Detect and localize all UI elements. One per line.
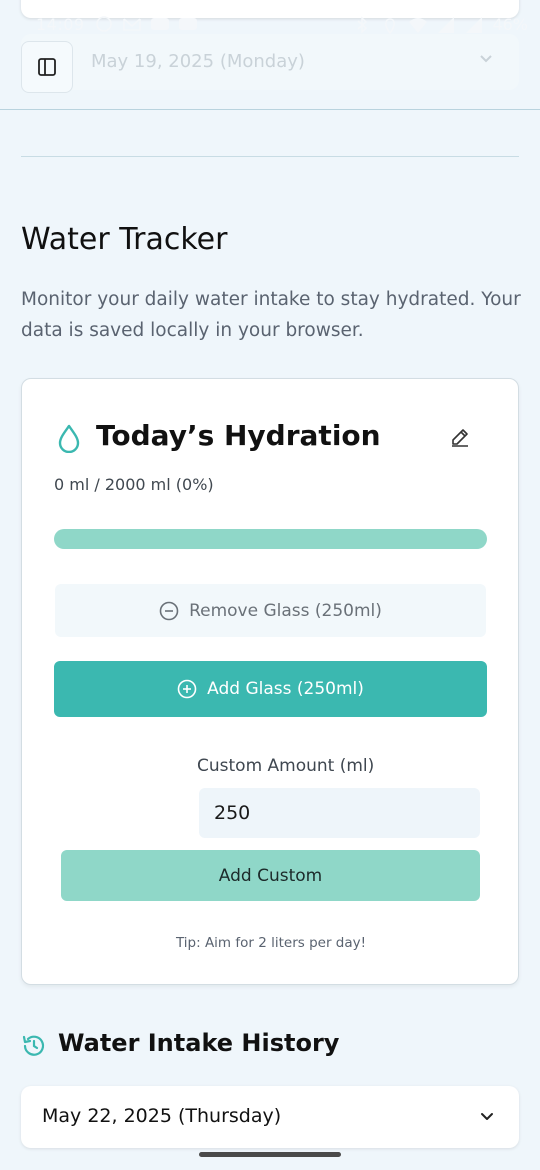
- whatsapp-icon: [96, 16, 112, 32]
- location-icon: [385, 17, 396, 34]
- sidebar-toggle-button[interactable]: [21, 41, 73, 93]
- history-date-select[interactable]: May 22, 2025 (Thursday): [21, 1086, 519, 1148]
- chevron-down-icon: [479, 50, 493, 69]
- add-glass-button[interactable]: Add Glass (250ml): [54, 661, 487, 717]
- chevron-down-icon: [479, 1108, 495, 1128]
- bluetooth-icon: [357, 15, 368, 34]
- custom-amount-input[interactable]: [199, 788, 480, 838]
- hydration-tip: Tip: Aim for 2 liters per day!: [175, 935, 367, 951]
- signal-icon: [438, 16, 455, 33]
- status-system-icons: 46%: [352, 15, 528, 34]
- page-description: Monitor your daily water intake to stay …: [21, 289, 521, 341]
- date-select-behind-value: May 19, 2025 (Monday): [91, 51, 305, 72]
- add-custom-label: Add Custom: [218, 865, 323, 886]
- droplet-icon: [56, 423, 82, 457]
- status-time: 14:09: [36, 15, 85, 34]
- hydration-card: Today’s Hydration 0 ml / 2000 ml (0%) Re…: [21, 378, 519, 985]
- intake-status: 0 ml / 2000 ml (0%): [54, 475, 214, 494]
- plus-circle-icon: [177, 679, 197, 699]
- remove-glass-button[interactable]: Remove Glass (250ml): [55, 584, 486, 637]
- youtube-icon-2: [179, 18, 197, 30]
- history-icon: [21, 1033, 47, 1063]
- page-title: Water Tracker: [21, 222, 228, 257]
- mail-icon: [123, 18, 141, 31]
- status-bar: 14:09 46%: [0, 15, 540, 37]
- signal-icon-2: [466, 16, 483, 33]
- custom-amount-label: Custom Amount (ml): [197, 756, 375, 776]
- date-select-behind[interactable]: May 19, 2025 (Monday): [21, 34, 519, 90]
- battery-level: 46%: [492, 15, 528, 34]
- minus-circle-icon: [159, 601, 179, 620]
- card-title: Today’s Hydration: [96, 419, 381, 452]
- sidebar-toggle-icon: [38, 58, 56, 76]
- history-date-value: May 22, 2025 (Thursday): [42, 1105, 282, 1127]
- add-custom-button[interactable]: Add Custom: [61, 850, 480, 901]
- wifi-icon: [409, 17, 428, 33]
- add-glass-label: Add Glass (250ml): [207, 679, 364, 699]
- history-title: Water Intake History: [58, 1029, 340, 1057]
- pencil-icon[interactable]: [449, 426, 471, 452]
- status-notification-icons: [94, 15, 198, 33]
- section-divider: [21, 156, 519, 157]
- header-divider: [0, 109, 540, 110]
- youtube-icon: [151, 18, 169, 30]
- remove-glass-label: Remove Glass (250ml): [189, 600, 382, 621]
- home-indicator: [199, 1152, 341, 1157]
- hydration-progress-bar: [54, 529, 487, 549]
